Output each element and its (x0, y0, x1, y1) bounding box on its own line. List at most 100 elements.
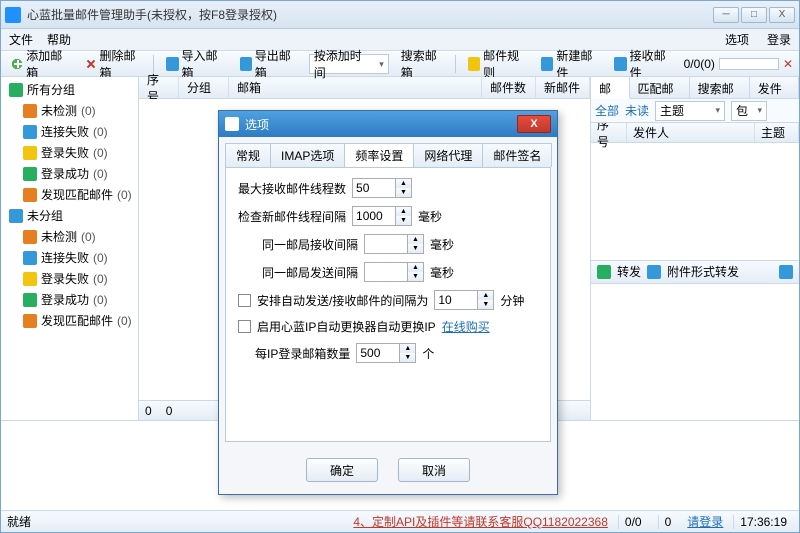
status-icon (23, 272, 37, 286)
col-mailcount[interactable]: 邮件数 (482, 77, 536, 98)
login-per-ip-input[interactable] (356, 343, 400, 363)
status-text: 就绪 (7, 513, 31, 530)
options-dialog: 选项 X 常规 IMAP选项 频率设置 网络代理 邮件签名 最大接收邮件线程数 … (218, 110, 558, 495)
check-interval-label: 检查新邮件线程间隔 (238, 208, 346, 225)
export-icon (240, 57, 252, 71)
spinner-up[interactable]: ▲ (396, 179, 411, 188)
rcol-index[interactable]: 序号 (591, 123, 627, 142)
tree-ungrouped[interactable]: 未分组 (1, 205, 138, 226)
filter-all[interactable]: 全部 (595, 102, 619, 119)
tree-item[interactable]: 发现匹配邮件 (0) (1, 310, 138, 331)
dialog-icon (225, 117, 239, 131)
check-interval-input[interactable] (352, 206, 396, 226)
tab-mail[interactable]: 邮件 (591, 77, 630, 99)
col-index[interactable]: 序号 (139, 77, 179, 98)
promo-link[interactable]: 4、定制API及插件等请联系客服QQ1182022368 (353, 513, 608, 530)
minimize-button[interactable]: ─ (713, 7, 739, 23)
tree-item[interactable]: 登录成功 (0) (1, 289, 138, 310)
sort-dropdown[interactable]: 按添加时间 (309, 54, 389, 74)
status-time: 17:36:19 (733, 515, 793, 529)
auto-ip-checkbox[interactable] (238, 320, 251, 333)
tree-item[interactable]: 登录失败 (0) (1, 268, 138, 289)
status-login-link[interactable]: 请登录 (687, 513, 723, 530)
filter-field-dropdown[interactable]: 主题 (655, 101, 725, 121)
col-newmail[interactable]: 新邮件 (536, 77, 590, 98)
dialog-body: 最大接收邮件线程数 ▲▼ 检查新邮件线程间隔 ▲▼ 毫秒 同一邮局接收间隔 ▲▼… (225, 167, 551, 442)
close-button[interactable]: X (769, 7, 795, 23)
rcol-subject[interactable]: 主题 (755, 123, 799, 142)
tab-frequency[interactable]: 频率设置 (344, 143, 414, 167)
same-recv-input[interactable] (364, 234, 408, 254)
save-icon[interactable] (779, 265, 793, 279)
status-counts: 0/0 (618, 515, 648, 529)
tab-matched[interactable]: 匹配邮件 (630, 77, 690, 98)
statusbar: 就绪 4、定制API及插件等请联系客服QQ1182022368 0/0 0 请登… (1, 510, 799, 532)
filter-unread[interactable]: 未读 (625, 102, 649, 119)
status-icon (23, 230, 37, 244)
tree-item[interactable]: 未检测 (0) (1, 100, 138, 121)
auto-arrange-checkbox[interactable] (238, 294, 251, 307)
tab-outbox[interactable]: 发件箱 (750, 77, 799, 98)
tab-signature[interactable]: 邮件签名 (482, 143, 552, 167)
col-group[interactable]: 分组 (179, 77, 229, 98)
max-threads-input[interactable] (352, 178, 396, 198)
status-icon (23, 146, 37, 160)
dialog-close-button[interactable]: X (517, 115, 551, 133)
counts-label: 0/0(0) (684, 57, 715, 71)
rcol-sender[interactable]: 发件人 (627, 123, 755, 142)
status-icon (23, 293, 37, 307)
window-title: 心蓝批量邮件管理助手(未授权，按F8登录授权) (27, 6, 711, 23)
dialog-titlebar: 选项 X (219, 111, 557, 137)
tab-general[interactable]: 常规 (225, 143, 271, 167)
attachment-icon (647, 265, 661, 279)
tree-item[interactable]: 连接失败 (0) (1, 247, 138, 268)
dialog-title: 选项 (245, 116, 269, 133)
import-icon (166, 57, 178, 71)
tree-item[interactable]: 登录成功 (0) (1, 163, 138, 184)
max-threads-label: 最大接收邮件线程数 (238, 180, 346, 197)
cancel-button[interactable]: 取消 (398, 458, 470, 482)
folder-icon (9, 83, 23, 97)
preview-pane (591, 284, 799, 421)
auto-ip-label: 启用心蓝IP自动更换器自动更换IP (257, 318, 436, 335)
auto-arrange-input[interactable] (434, 290, 478, 310)
forward-button[interactable]: 转发 (617, 263, 641, 280)
titlebar: 心蓝批量邮件管理助手(未授权，按F8登录授权) ─ □ X (1, 1, 799, 29)
receive-icon (614, 57, 626, 71)
tree-all-groups[interactable]: 所有分组 (1, 79, 138, 100)
unit-ms: 毫秒 (418, 208, 442, 225)
tab-search[interactable]: 搜索邮件 (690, 77, 750, 98)
cancel-progress-button[interactable]: ✕ (783, 57, 793, 71)
same-send-label: 同一邮局发送间隔 (262, 264, 358, 281)
status-icon (23, 104, 37, 118)
auto-arrange-label: 安排自动发送/接收邮件的间隔为 (257, 292, 428, 309)
spinner-down[interactable]: ▼ (396, 188, 411, 197)
forward-attach-button[interactable]: 附件形式转发 (667, 263, 739, 280)
plus-icon (11, 57, 23, 71)
status-icon (23, 251, 37, 265)
tree-item[interactable]: 登录失败 (0) (1, 142, 138, 163)
sidebar: 所有分组 未检测 (0)连接失败 (0)登录失败 (0)登录成功 (0)发现匹配… (1, 77, 139, 420)
rules-icon (468, 57, 480, 71)
mail-list-header: 序号 发件人 主题 (591, 123, 799, 143)
same-send-input[interactable] (364, 262, 408, 282)
buy-online-link[interactable]: 在线购买 (442, 318, 490, 335)
filter-condition-dropdown[interactable]: 包 (731, 101, 767, 121)
x-icon (84, 57, 96, 71)
status-zero: 0 (658, 515, 678, 529)
status-icon (23, 125, 37, 139)
login-per-ip-label: 每IP登录邮箱数量 (255, 345, 350, 362)
menu-login[interactable]: 登录 (763, 31, 791, 48)
menu-options[interactable]: 选项 (721, 31, 749, 48)
mail-list-body (591, 143, 799, 260)
maximize-button[interactable]: □ (741, 7, 767, 23)
ok-button[interactable]: 确定 (306, 458, 378, 482)
tab-imap[interactable]: IMAP选项 (270, 143, 345, 167)
forward-bar: 转发 附件形式转发 (591, 260, 799, 284)
tree-item[interactable]: 发现匹配邮件 (0) (1, 184, 138, 205)
tab-proxy[interactable]: 网络代理 (413, 143, 483, 167)
tree-item[interactable]: 未检测 (0) (1, 226, 138, 247)
tree-item[interactable]: 连接失败 (0) (1, 121, 138, 142)
forward-icon (597, 265, 611, 279)
compose-icon (541, 57, 553, 71)
